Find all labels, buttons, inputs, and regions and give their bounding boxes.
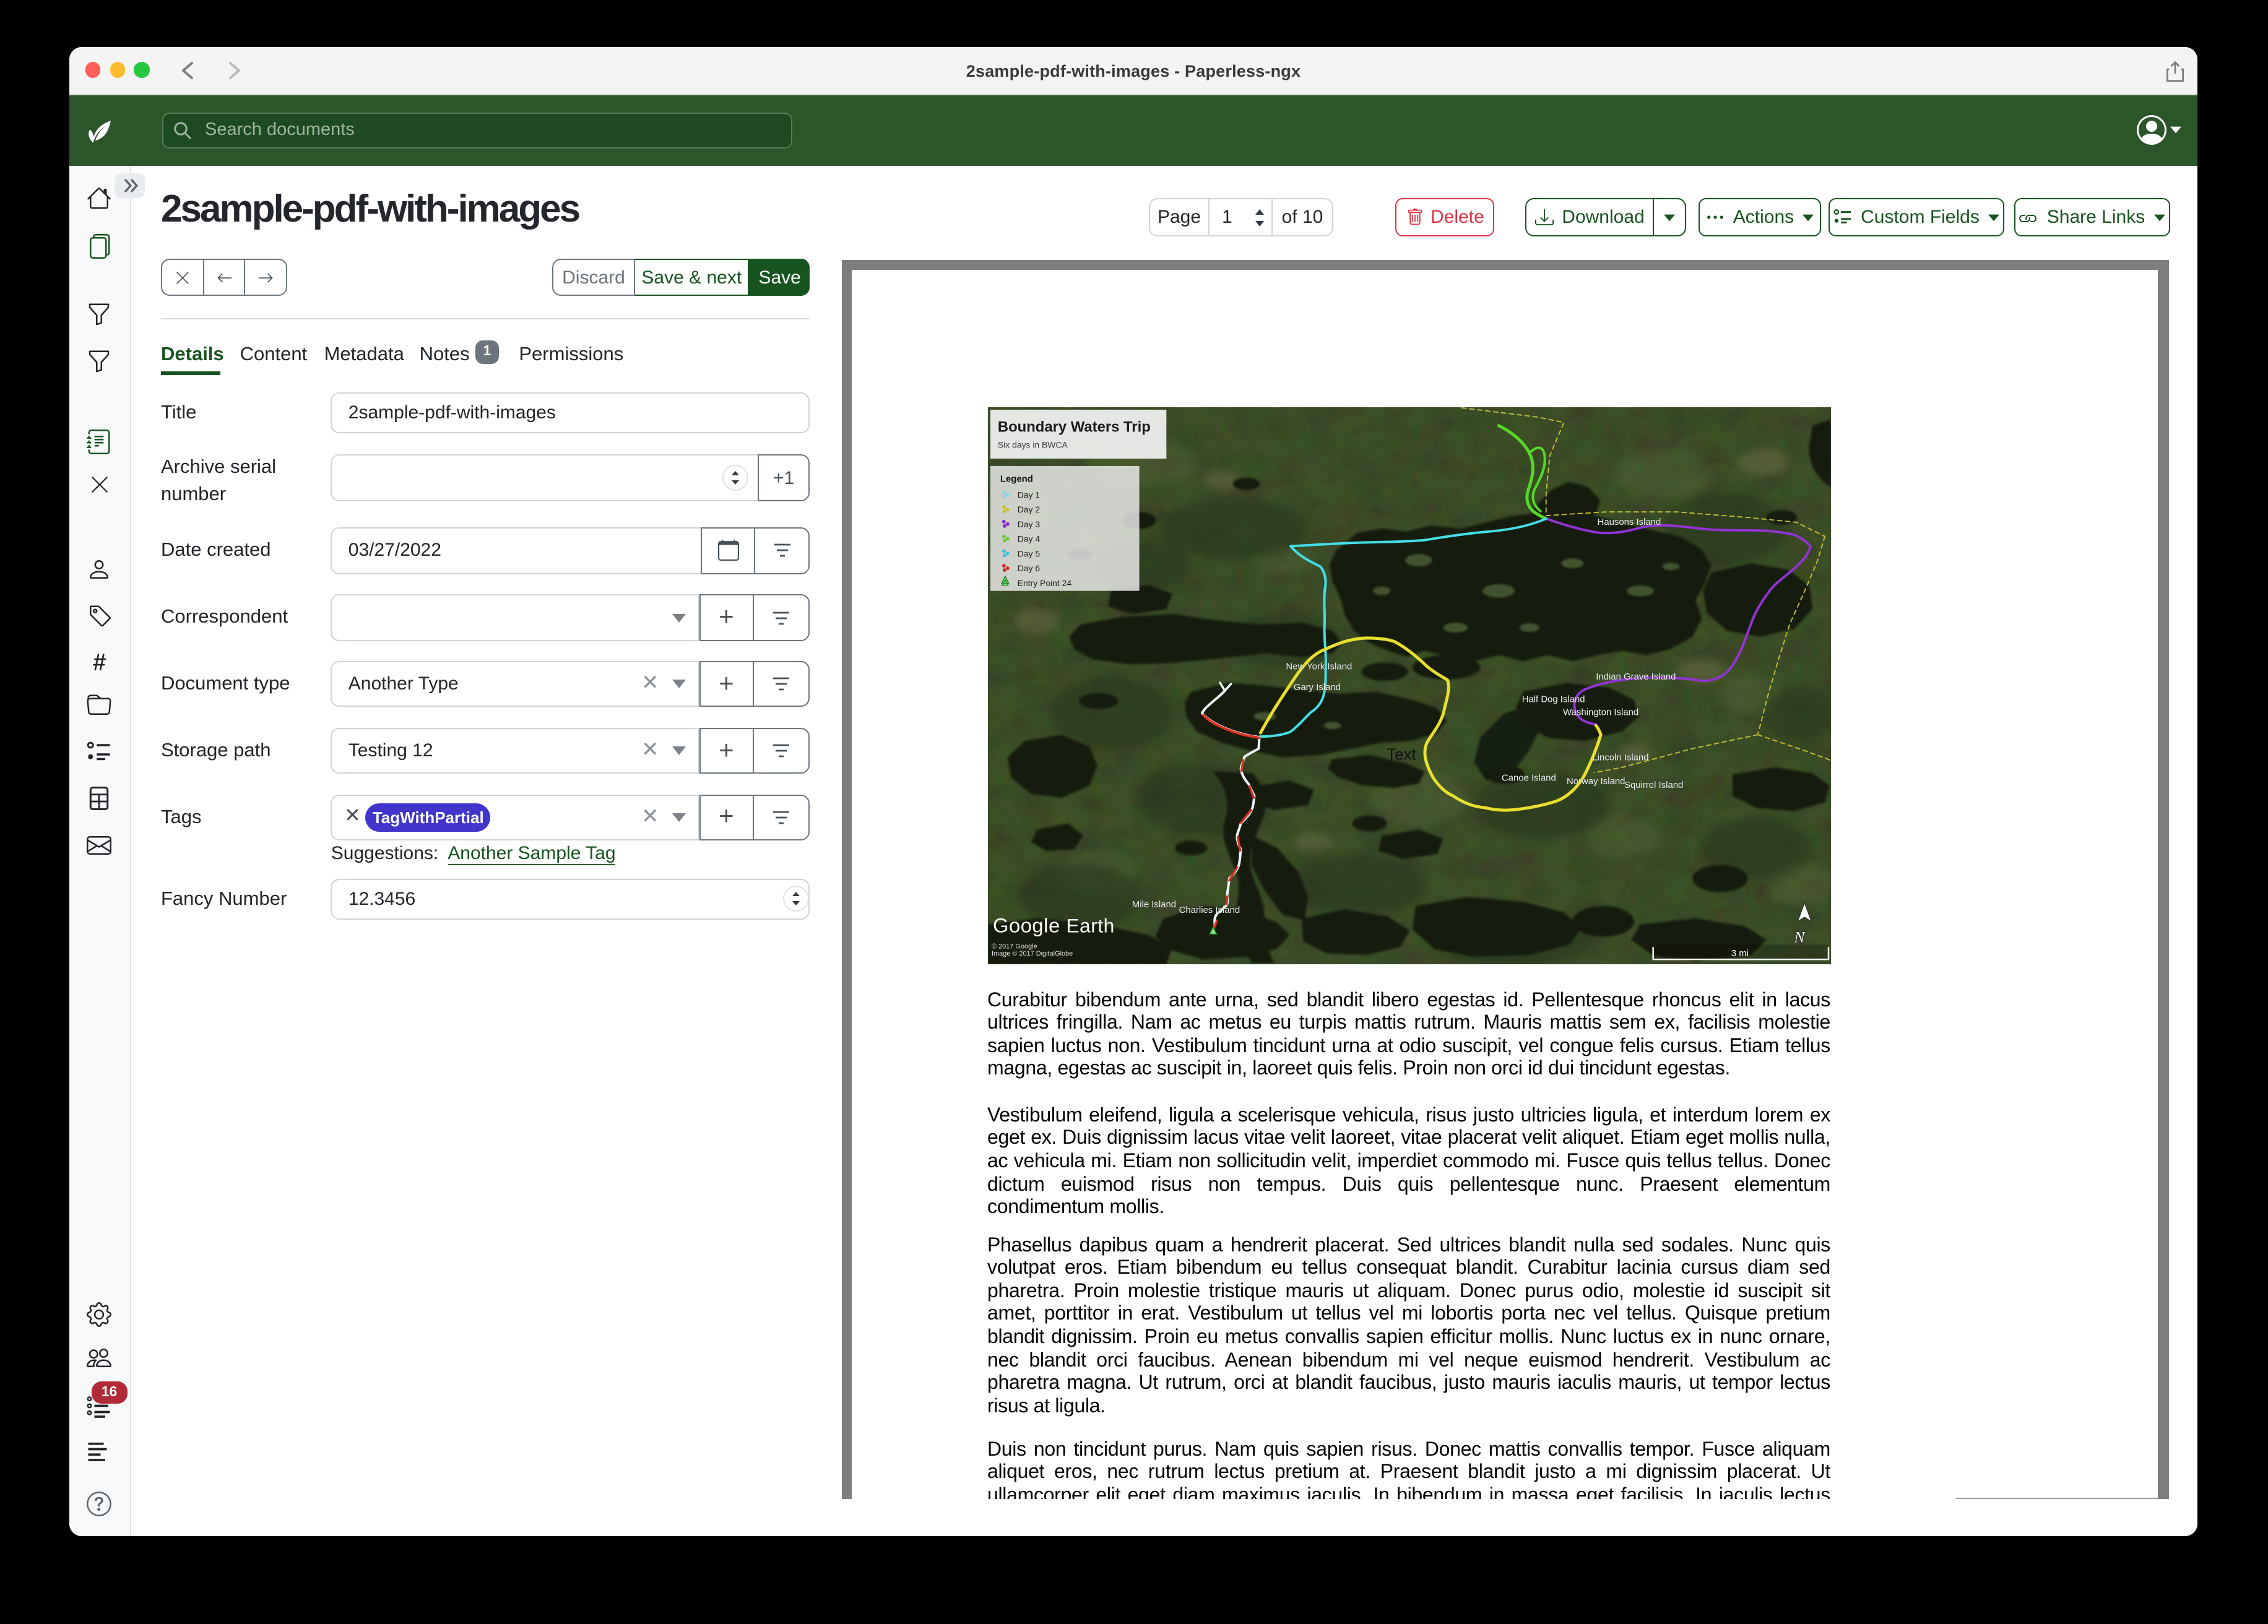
svg-text:N: N	[1793, 928, 1805, 946]
svg-text:Hausons Island: Hausons Island	[1597, 517, 1661, 527]
svg-text:3 mi: 3 mi	[1731, 949, 1748, 959]
svg-text:Day 2: Day 2	[1017, 504, 1040, 514]
svg-text:Six days in BWCA: Six days in BWCA	[997, 439, 1068, 449]
svg-text:Day 1: Day 1	[1017, 490, 1040, 499]
svg-text:Squirrel Island: Squirrel Island	[1624, 780, 1682, 790]
svg-text:Day 6: Day 6	[1017, 563, 1040, 573]
svg-text:Text: Text	[1386, 746, 1415, 764]
svg-text:Google Earth: Google Earth	[992, 914, 1114, 937]
svg-text:Lincoln Island: Lincoln Island	[1591, 753, 1648, 763]
svg-text:Half Dog Island: Half Dog Island	[1521, 695, 1585, 705]
svg-text:Boundary Waters Trip: Boundary Waters Trip	[997, 419, 1150, 436]
svg-text:New York Island: New York Island	[1285, 662, 1351, 672]
svg-text:Mile Island: Mile Island	[1132, 900, 1175, 910]
svg-text:Image © 2017 DigitalGlobe: Image © 2017 DigitalGlobe	[991, 950, 1072, 957]
svg-text:Charlies Island: Charlies Island	[1179, 905, 1240, 915]
svg-text:Day 4: Day 4	[1017, 534, 1040, 544]
svg-text:Day 3: Day 3	[1017, 519, 1040, 529]
svg-text:Indian Grave Island: Indian Grave Island	[1595, 672, 1675, 682]
svg-text:Norway Island: Norway Island	[1566, 777, 1624, 787]
svg-text:Legend: Legend	[1000, 475, 1032, 485]
svg-text:Day 5: Day 5	[1017, 548, 1040, 558]
svg-text:Entry Point 24: Entry Point 24	[1017, 578, 1071, 588]
svg-text:Washington Island: Washington Island	[1562, 708, 1638, 718]
svg-text:Canoe Island: Canoe Island	[1501, 773, 1556, 783]
svg-text:© 2017 Google: © 2017 Google	[991, 943, 1037, 950]
svg-text:Gary Island: Gary Island	[1293, 683, 1340, 693]
